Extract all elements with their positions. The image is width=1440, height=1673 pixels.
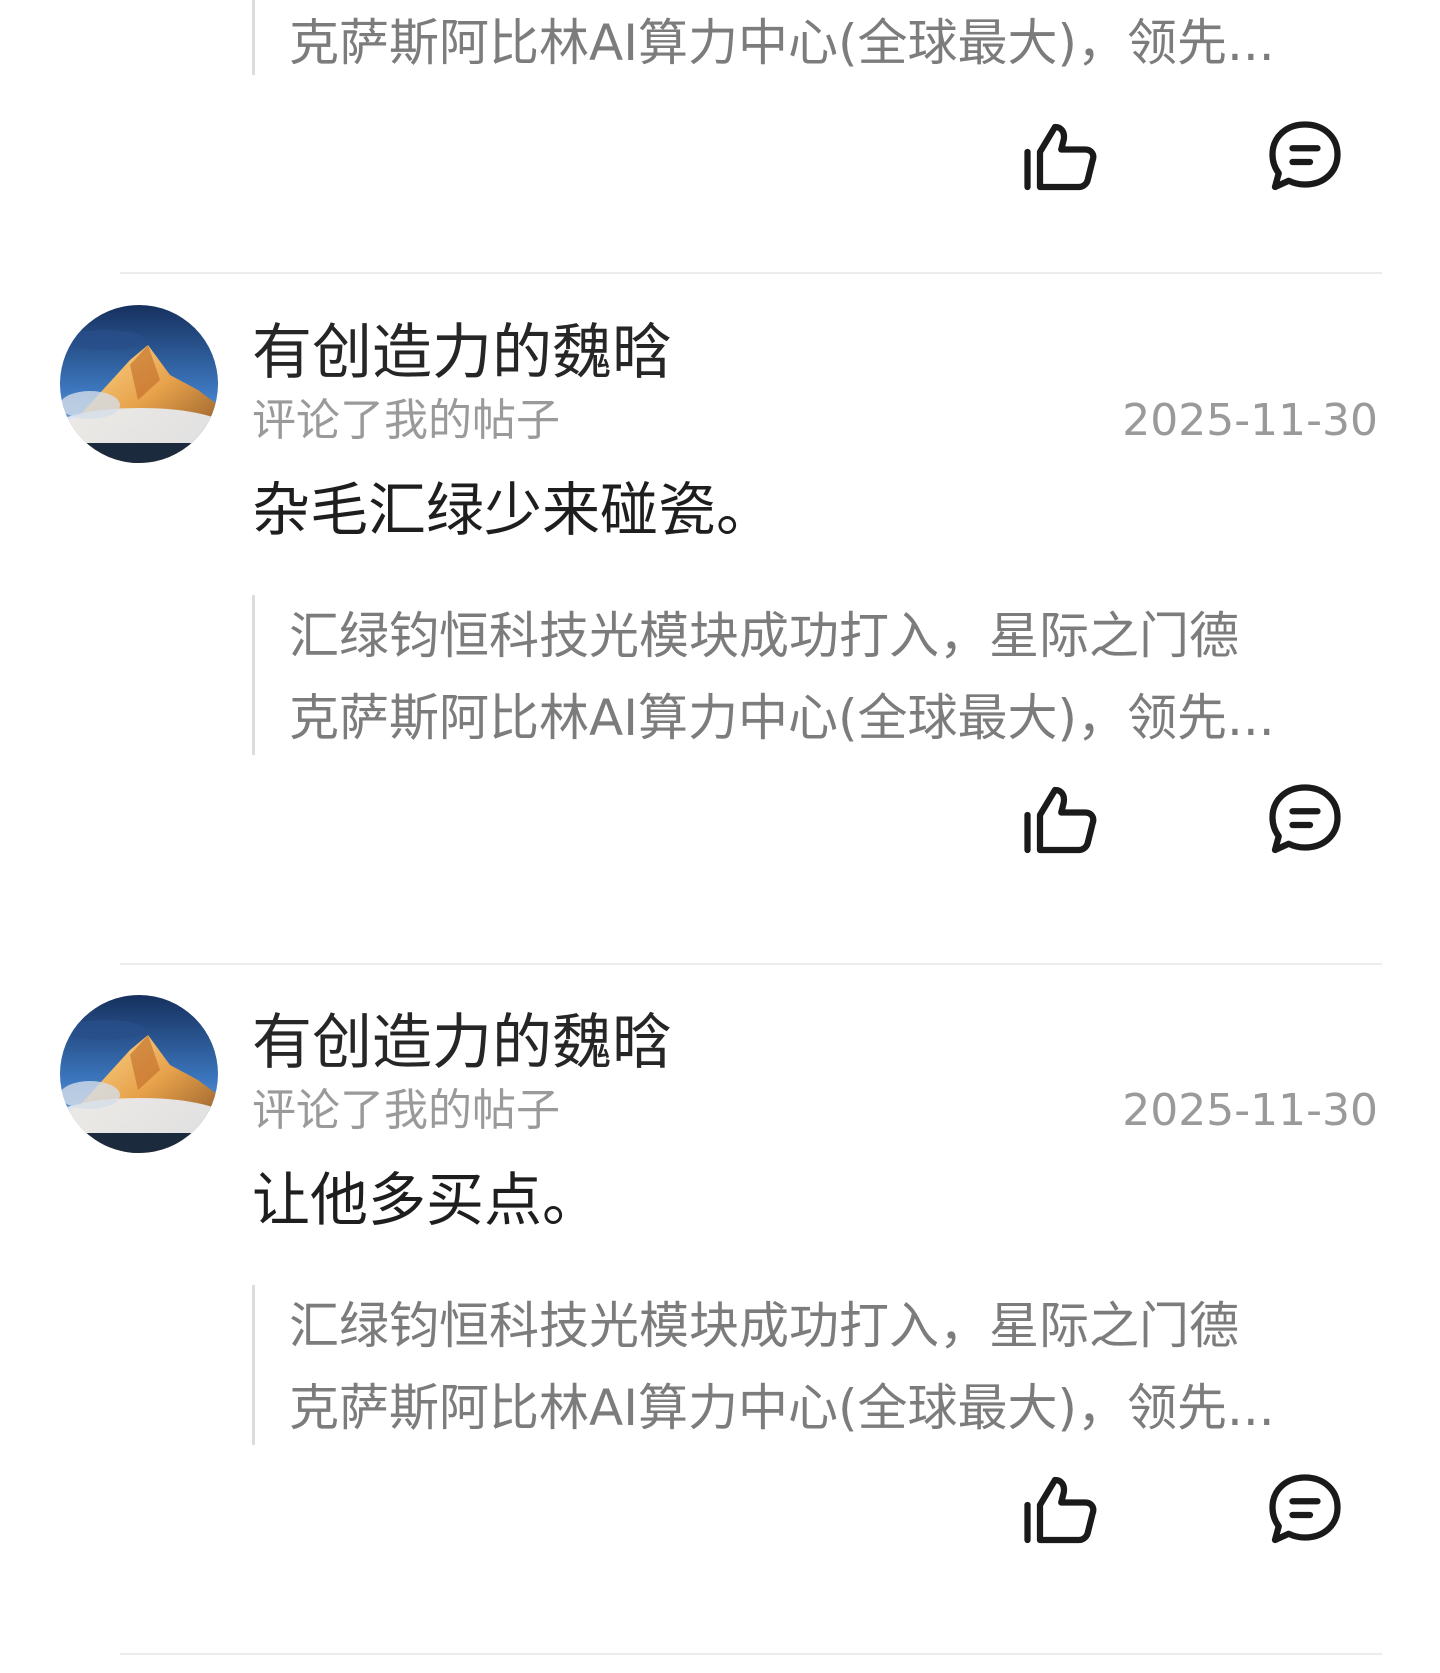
mountain-avatar-image bbox=[60, 995, 218, 1153]
like-button[interactable] bbox=[1015, 112, 1105, 202]
notification-action: 评论了我的帖子 bbox=[252, 1085, 560, 1136]
comment-icon bbox=[1269, 121, 1341, 191]
username[interactable]: 有创造力的魏晗 bbox=[252, 313, 672, 393]
notification-item-partial[interactable]: . 克萨斯阿比林AI算力中心(全球最大)，领先... bbox=[0, 0, 1440, 273]
quoted-post-line: 克萨斯阿比林AI算力中心(全球最大)，领先... bbox=[289, 1379, 1275, 1437]
timestamp: 2025-11-30 bbox=[1122, 1085, 1378, 1136]
comment-icon bbox=[1269, 784, 1341, 854]
comment-text[interactable]: 让他多买点。 bbox=[252, 1160, 600, 1240]
quoted-post-line: 汇绿钧恒科技光模块成功打入，星际之门德 bbox=[289, 1297, 1239, 1355]
notification-item[interactable]: 有创造力的魏晗 评论了我的帖子 2025-11-30 让他多买点。 汇绿钧恒科技… bbox=[0, 965, 1440, 1655]
thumbs-up-icon bbox=[1024, 123, 1097, 191]
thumbs-up-icon bbox=[1024, 1476, 1097, 1544]
mountain-avatar-image bbox=[60, 305, 218, 463]
divider bbox=[120, 1653, 1382, 1655]
notification-page: . 克萨斯阿比林AI算力中心(全球最大)，领先... bbox=[0, 0, 1440, 1673]
like-button[interactable] bbox=[1015, 1465, 1105, 1555]
quoted-post-line: 汇绿钧恒科技光模块成功打入，星际之门德 bbox=[289, 607, 1239, 665]
quoted-post[interactable]: . 克萨斯阿比林AI算力中心(全球最大)，领先... bbox=[252, 0, 1362, 75]
notification-action: 评论了我的帖子 bbox=[252, 395, 560, 446]
quoted-post[interactable]: 汇绿钧恒科技光模块成功打入，星际之门德 克萨斯阿比林AI算力中心(全球最大)，领… bbox=[252, 1285, 1362, 1445]
thumbs-up-icon bbox=[1024, 786, 1097, 854]
username[interactable]: 有创造力的魏晗 bbox=[252, 1003, 672, 1083]
like-button[interactable] bbox=[1015, 775, 1105, 865]
quoted-post[interactable]: 汇绿钧恒科技光模块成功打入，星际之门德 克萨斯阿比林AI算力中心(全球最大)，领… bbox=[252, 595, 1362, 755]
comment-icon bbox=[1269, 1474, 1341, 1544]
quoted-post-line: 克萨斯阿比林AI算力中心(全球最大)，领先... bbox=[289, 14, 1275, 72]
avatar[interactable] bbox=[60, 305, 218, 463]
comment-button[interactable] bbox=[1260, 1465, 1350, 1555]
divider bbox=[120, 272, 1382, 274]
quoted-post-line: 克萨斯阿比林AI算力中心(全球最大)，领先... bbox=[289, 689, 1275, 747]
timestamp: 2025-11-30 bbox=[1122, 395, 1378, 446]
notification-item[interactable]: 有创造力的魏晗 评论了我的帖子 2025-11-30 杂毛汇绿少来碰瓷。 汇绿钧… bbox=[0, 275, 1440, 965]
comment-text[interactable]: 杂毛汇绿少来碰瓷。 bbox=[252, 470, 774, 550]
avatar[interactable] bbox=[60, 995, 218, 1153]
comment-button[interactable] bbox=[1260, 112, 1350, 202]
comment-button[interactable] bbox=[1260, 775, 1350, 865]
